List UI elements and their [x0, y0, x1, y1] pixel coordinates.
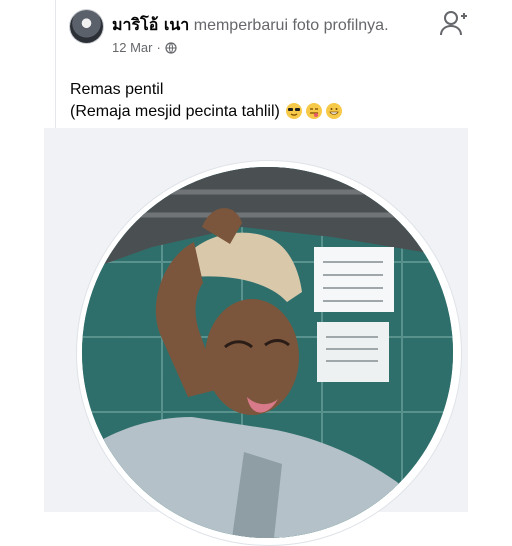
divider — [55, 0, 56, 130]
sunglasses-emoji-icon — [286, 103, 303, 119]
caption-line-2: (Remaja mesjid pecinta tahlil) — [70, 101, 343, 123]
post-card: มาริโอ้ เนา memperbarui foto profilnya. … — [0, 0, 512, 546]
caption-line-2-text: (Remaja mesjid pecinta tahlil) — [70, 103, 280, 120]
add-friend-icon[interactable] — [439, 9, 469, 37]
profile-photo[interactable] — [82, 167, 453, 538]
emoji-row — [285, 102, 343, 120]
meta-separator: · — [156, 40, 161, 55]
avatar[interactable] — [70, 10, 103, 43]
author-name[interactable]: มาริโอ้ เนา — [112, 15, 189, 34]
globe-icon[interactable] — [165, 41, 177, 54]
post-header: มาริโอ้ เนา memperbarui foto profilnya. — [112, 13, 389, 38]
post-caption: Remas pentil (Remaja mesjid pecinta tahl… — [70, 79, 343, 123]
tongue-wink-emoji-icon — [306, 103, 323, 119]
post-meta: 12 Mar · — [112, 40, 177, 55]
post-action-text: memperbarui foto profilnya. — [193, 17, 389, 34]
grin-emoji-icon — [326, 103, 343, 119]
caption-line-1: Remas pentil — [70, 81, 164, 98]
profile-photo-illustration — [82, 167, 453, 538]
post-date[interactable]: 12 Mar — [112, 40, 152, 55]
